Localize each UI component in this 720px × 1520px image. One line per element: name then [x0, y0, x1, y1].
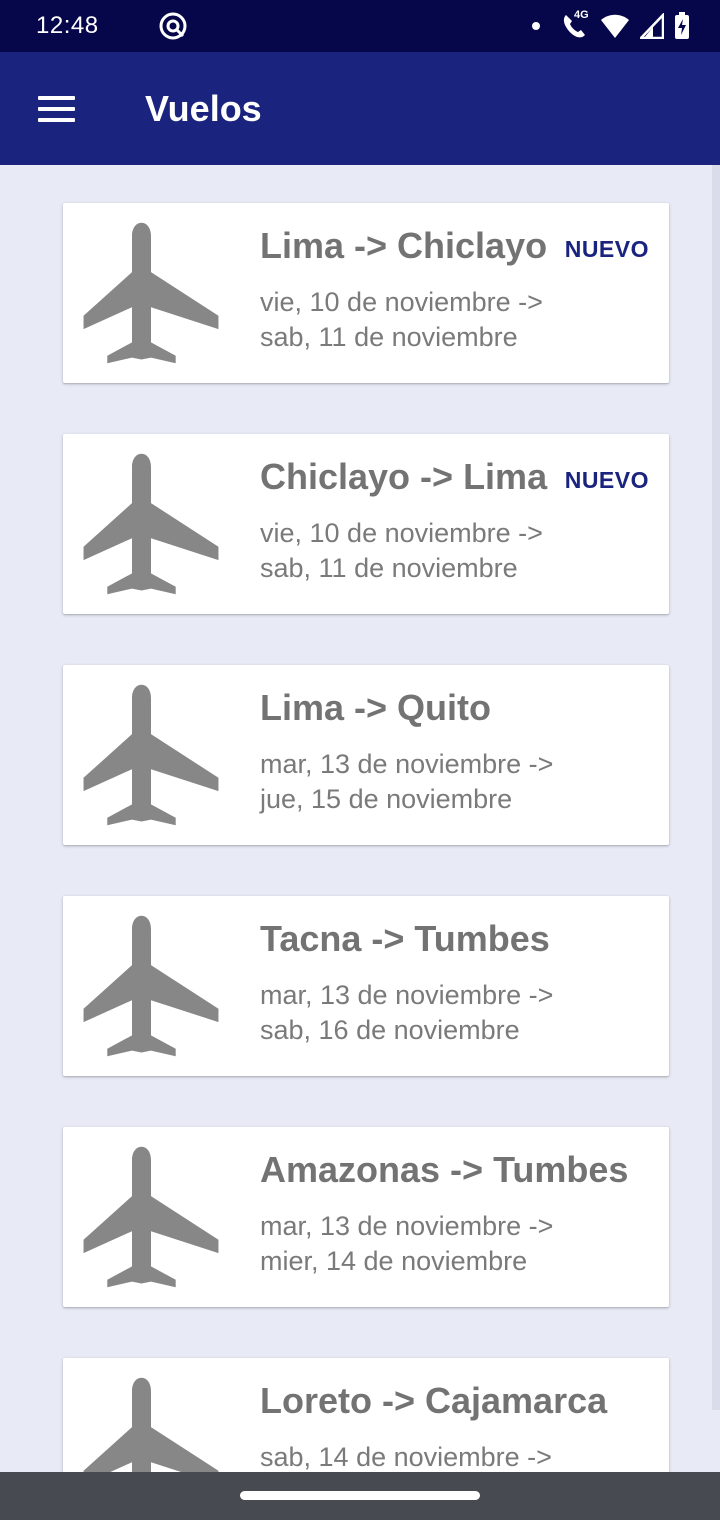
- departure-date: vie, 10 de noviembre ->: [260, 518, 543, 548]
- flight-route: Loreto -> Cajamarca: [260, 1380, 608, 1421]
- airplane-icon: [83, 684, 219, 826]
- status-time: 12:48: [36, 12, 99, 39]
- flight-dates: mar, 13 de noviembre -> sab, 16 de noviem…: [260, 978, 553, 1048]
- wifi-icon: [601, 14, 629, 38]
- new-badge: NUEVO: [564, 467, 649, 493]
- wifi-calling-icon: 4G: [560, 9, 590, 41]
- new-badge: NUEVO: [564, 236, 649, 262]
- return-date: sab, 11 de noviembre: [260, 553, 518, 583]
- flight-dates: vie, 10 de noviembre -> sab, 11 de noviem…: [260, 516, 543, 586]
- flight-card[interactable]: Loreto -> Cajamarca sab, 14 de noviembre …: [63, 1358, 669, 1472]
- departure-date: sab, 14 de noviembre ->: [260, 1442, 552, 1472]
- hamburger-menu-icon-line: [38, 118, 75, 122]
- status-bar: 12:48 4G: [0, 0, 720, 52]
- return-date: mier, 14 de noviembre: [260, 1246, 528, 1276]
- flight-card[interactable]: Lima -> Quito mar, 13 de noviembre -> jue,…: [63, 665, 669, 845]
- hamburger-menu-icon-line: [38, 96, 75, 100]
- departure-date: mar, 13 de noviembre ->: [260, 749, 554, 779]
- navigation-bar: [0, 1472, 720, 1520]
- departure-date: mar, 13 de noviembre ->: [260, 980, 554, 1010]
- departure-date: mar, 13 de noviembre ->: [260, 1211, 554, 1241]
- airplane-icon: [83, 453, 219, 595]
- status-icons: 4G: [532, 9, 690, 42]
- battery-charging-icon: [675, 12, 689, 39]
- airplane-icon: [83, 222, 219, 364]
- airplane-icon: [83, 915, 219, 1057]
- flight-route: Lima -> Quito: [260, 687, 492, 728]
- network-type-label: 4G: [574, 9, 589, 21]
- notification-dot-icon: [532, 22, 540, 30]
- flight-route: Tacna -> Tumbes: [260, 918, 550, 959]
- signal-icon: [640, 13, 664, 39]
- flight-card[interactable]: Lima -> Chiclayo NUEVO vie, 10 de noviembr…: [63, 203, 669, 383]
- return-date: sab, 16 de noviembre: [260, 1015, 520, 1045]
- flight-dates: vie, 10 de noviembre -> sab, 11 de noviem…: [260, 285, 543, 355]
- at-sign-icon: [159, 12, 187, 40]
- flight-dates: sab, 14 de noviembre ->: [260, 1440, 552, 1472]
- hamburger-menu-icon-line: [38, 107, 75, 111]
- scrollbar[interactable]: [712, 165, 720, 1410]
- flight-route: Chiclayo -> Lima: [260, 456, 548, 497]
- page-title: Vuelos: [145, 88, 262, 129]
- flight-route: Amazonas -> Tumbes: [260, 1149, 629, 1190]
- app-bar: Vuelos: [0, 52, 720, 165]
- home-gesture-bar[interactable]: [240, 1491, 480, 1500]
- flight-route: Lima -> Chiclayo: [260, 225, 548, 266]
- return-date: jue, 15 de noviembre: [260, 784, 513, 814]
- flight-dates: mar, 13 de noviembre -> jue, 15 de noviem…: [260, 747, 553, 817]
- return-date: sab, 11 de noviembre: [260, 322, 518, 352]
- airplane-icon: [83, 1377, 219, 1472]
- flight-card[interactable]: Chiclayo -> Lima NUEVO vie, 10 de noviembr…: [63, 434, 669, 614]
- menu-button[interactable]: [26, 84, 86, 134]
- airplane-icon: [83, 1146, 219, 1288]
- flight-card[interactable]: Amazonas -> Tumbes mar, 13 de noviembre -…: [63, 1127, 669, 1307]
- flight-dates: mar, 13 de noviembre -> mier, 14 de novie…: [260, 1209, 553, 1279]
- flight-list[interactable]: Lima -> Chiclayo NUEVO vie, 10 de noviembr…: [0, 165, 720, 1472]
- departure-date: vie, 10 de noviembre ->: [260, 287, 543, 317]
- flight-card[interactable]: Tacna -> Tumbes mar, 13 de noviembre -> sa…: [63, 896, 669, 1076]
